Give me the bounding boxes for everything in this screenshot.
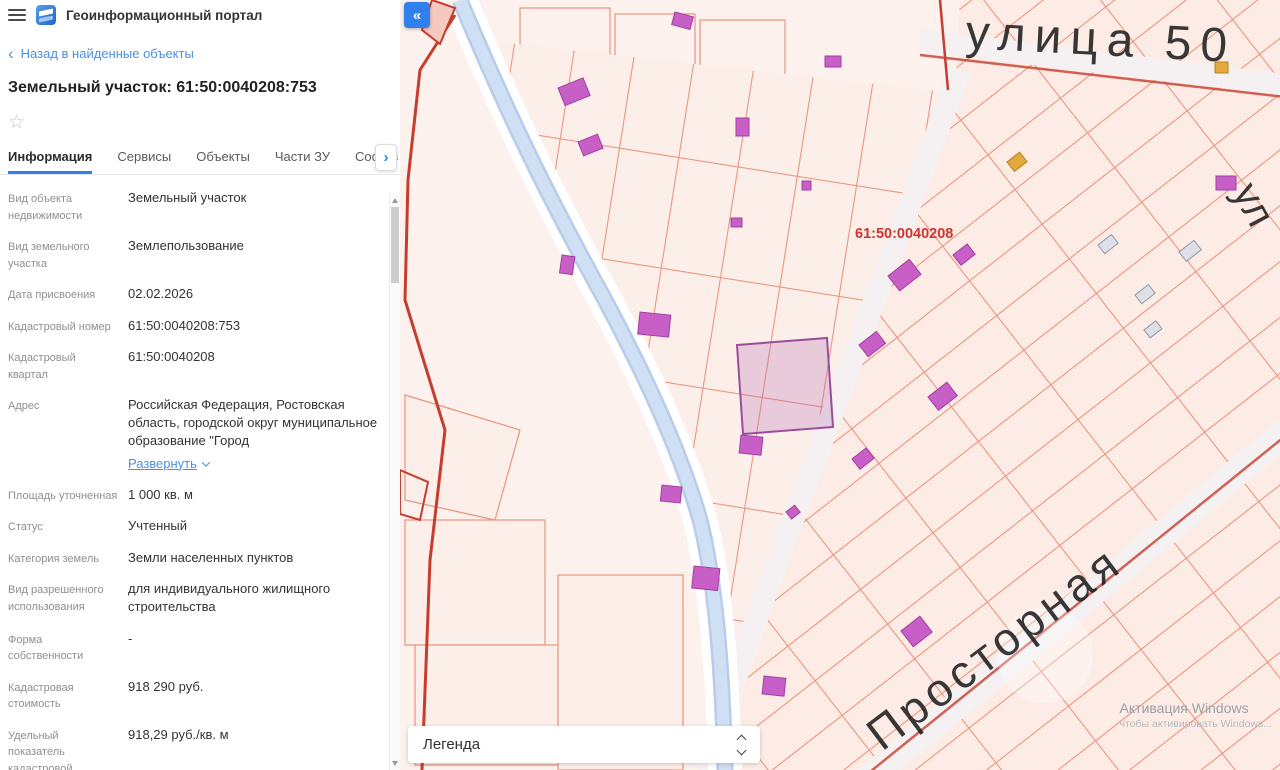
hamburger-menu-icon[interactable] xyxy=(8,9,26,21)
info-row-status: Статус Учтенный xyxy=(8,517,380,536)
info-row-value: Землепользование xyxy=(128,238,244,253)
address-expand-label: Развернуть xyxy=(128,455,197,471)
tabs-scroll-next-button[interactable]: › xyxy=(375,144,397,171)
building xyxy=(659,484,683,504)
info-row-value: Учтенный xyxy=(128,518,188,534)
info-row-label: Вид объекта недвижимости xyxy=(8,193,83,222)
geo-portal-app: Геоинформационный портал ‹ Назад в найде… xyxy=(0,0,1280,770)
chevron-down-icon xyxy=(736,745,747,755)
scrollbar-up-arrow[interactable] xyxy=(390,194,400,206)
info-row-value: - xyxy=(128,630,133,646)
info-row-value: Земельный участок xyxy=(128,190,247,205)
page-title: Земельный участок: 61:50:0040208:753 xyxy=(8,79,317,96)
tab-bar: Информация Сервисы Объекты Части ЗУ Сост… xyxy=(0,140,400,175)
tab-information[interactable]: Информация xyxy=(8,149,93,174)
info-row-label: Вид разрешенного использования xyxy=(8,584,104,613)
legend-toggle-icon[interactable] xyxy=(736,734,747,755)
building xyxy=(824,55,842,68)
address-expand-link[interactable]: Развернуть xyxy=(128,455,211,473)
sidebar-collapse-button[interactable]: « xyxy=(404,2,430,28)
tab-objects[interactable]: Объекты xyxy=(196,149,250,174)
legend-bar[interactable]: Легенда xyxy=(408,726,760,763)
back-chevron-icon: ‹ xyxy=(8,44,14,63)
tab-parts[interactable]: Части ЗУ xyxy=(275,149,330,174)
building xyxy=(691,565,721,592)
selected-parcel[interactable] xyxy=(735,336,835,436)
quarter-number-label: 61:50:0040208 xyxy=(855,226,953,242)
info-row-label: Удельный показатель кадастровой стоимост… xyxy=(8,729,73,770)
info-row-date-assigned: Дата присвоения 02.02.2026 xyxy=(8,285,380,304)
scrollbar-thumb[interactable] xyxy=(391,207,399,283)
scrollbar-down-arrow[interactable] xyxy=(390,757,400,769)
address-text: Российская Федерация, Ростовская область… xyxy=(128,397,378,449)
sidebar-panel: Геоинформационный портал ‹ Назад в найде… xyxy=(0,0,400,770)
building xyxy=(761,675,787,697)
info-row-value: 61:50:0040208:753 xyxy=(128,317,241,333)
portal-logo-icon xyxy=(36,5,56,25)
map-canvas[interactable]: 61:50:0040208 улица 50 ул Просторная xyxy=(400,0,1280,770)
building xyxy=(730,217,743,228)
building xyxy=(558,254,576,276)
info-row-label: Кадастровый номер xyxy=(8,320,111,333)
info-row-label: Адрес xyxy=(8,400,40,412)
info-row-ownership-form: Форма собственности - xyxy=(8,630,380,665)
top-bar: Геоинформационный портал xyxy=(0,0,400,30)
info-row-address: Адрес Российская Федерация, Ростовская о… xyxy=(8,396,380,473)
building xyxy=(637,311,672,338)
info-row-value: для индивидуального жилищного строительс… xyxy=(128,581,331,615)
info-row-permitted-use: Вид разрешенного использования для индив… xyxy=(8,580,380,616)
info-row-label: Кадастровый квартал xyxy=(8,352,76,381)
building xyxy=(735,117,750,137)
chevron-up-icon xyxy=(736,734,747,744)
info-row-value: Российская Федерация, Ростовская область… xyxy=(128,396,380,473)
info-row-parcel-type: Вид земельного участка Землепользование xyxy=(8,237,380,272)
building xyxy=(1215,175,1237,191)
building xyxy=(738,434,764,456)
favorite-star-icon[interactable]: ☆ xyxy=(8,111,30,134)
info-row-object-type: Вид объекта недвижимости Земельный участ… xyxy=(8,189,380,224)
info-row-cadastral-number: Кадастровый номер 61:50:0040208:753 xyxy=(8,317,380,336)
info-row-value: 1 000 кв. м xyxy=(128,486,193,502)
info-row-label: Кадастровая стоимость xyxy=(8,681,74,711)
tab-services[interactable]: Сервисы xyxy=(117,149,171,174)
info-row-cadastral-quarter: Кадастровый квартал 61:50:0040208 xyxy=(8,348,380,383)
info-row-label: Вид земельного участка xyxy=(8,241,90,270)
info-row-cadastral-value: Кадастровая стоимость 918 290 руб. xyxy=(8,678,380,713)
chevron-down-icon xyxy=(201,457,211,467)
info-row-label: Категория земель xyxy=(8,552,99,565)
info-row-value: 61:50:0040208 xyxy=(128,349,215,364)
info-row-value: 918 290 руб. xyxy=(128,678,204,694)
building xyxy=(801,180,812,191)
info-row-label: Площадь уточненная xyxy=(8,489,118,502)
info-row-land-category: Категория земель Земли населенных пункто… xyxy=(8,549,380,568)
info-row-value: 918,29 руб./кв. м xyxy=(128,726,229,742)
info-row-label: Форма собственности xyxy=(8,633,84,663)
legend-label: Легенда xyxy=(423,736,481,753)
back-link-label: Назад в найденные объекты xyxy=(20,46,194,61)
map-area[interactable]: 61:50:0040208 улица 50 ул Просторная « Л… xyxy=(400,0,1280,770)
info-row-label: Дата присвоения xyxy=(8,289,96,301)
back-link[interactable]: ‹ Назад в найденные объекты xyxy=(8,44,194,63)
app-title: Геоинформационный портал xyxy=(66,7,263,23)
info-row-value: 02.02.2026 xyxy=(128,286,194,301)
info-row-area: Площадь уточненная 1 000 кв. м xyxy=(8,486,380,505)
info-row-specific-value: Удельный показатель кадастровой стоимост… xyxy=(8,726,380,770)
info-list: Вид объекта недвижимости Земельный участ… xyxy=(0,175,400,770)
info-row-value: Земли населенных пунктов xyxy=(128,549,294,565)
sidebar-scrollbar[interactable] xyxy=(389,193,400,770)
info-row-label: Статус xyxy=(8,521,43,534)
